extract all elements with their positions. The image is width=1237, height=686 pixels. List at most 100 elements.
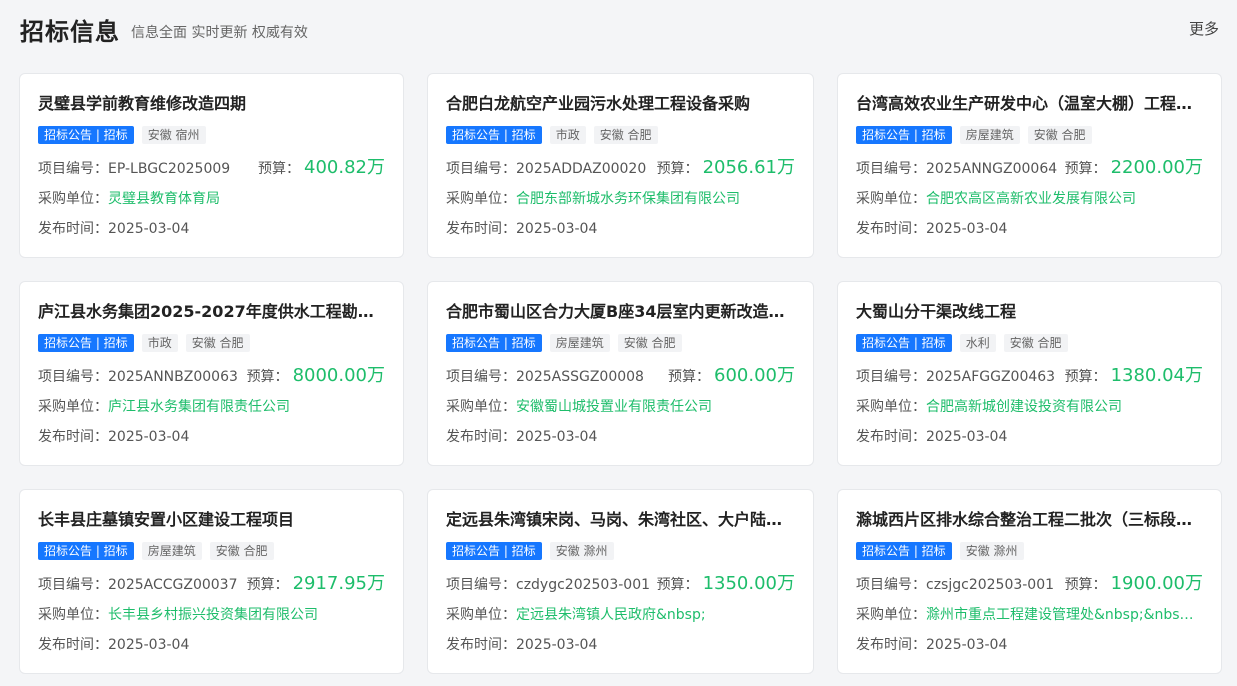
buyer-label: 采购单位： <box>856 607 926 623</box>
tender-card[interactable]: 大蜀山分干渠改线工程招标公告 | 招标 水利 安徽 合肥 项目编号： 2025AFGGZ… <box>837 281 1222 466</box>
project-no-label: 项目编号： <box>856 161 926 177</box>
tender-title[interactable]: 滁城西片区排水综合整治工程二批次（三标段）工程 <box>856 509 1203 531</box>
tag-badge: 市政 <box>549 126 586 144</box>
tag-badge: 安徽 合肥 <box>209 542 274 560</box>
project-no-label: 项目编号： <box>446 161 516 177</box>
tag-badge: 安徽 合肥 <box>1027 126 1092 144</box>
budget-amount: 2917.95万 <box>292 573 385 594</box>
tag-badge: 安徽 合肥 <box>593 126 658 144</box>
tender-title[interactable]: 合肥白龙航空产业园污水处理工程设备采购 <box>446 93 795 115</box>
project-no: czdygc202503-001 <box>516 577 651 593</box>
notice-type-badge: 招标公告 | 招标 <box>38 334 134 352</box>
tag-badge: 房屋建筑 <box>959 126 1020 144</box>
budget-amount: 1380.04万 <box>1110 365 1203 386</box>
buyer-row: 采购单位： 灵璧县教育体育局 <box>38 189 385 209</box>
tender-tags: 招标公告 | 招标 水利 安徽 合肥 <box>856 334 1203 352</box>
buyer-label: 采购单位： <box>856 191 926 207</box>
notice-type-badge: 招标公告 | 招标 <box>856 334 952 352</box>
buyer-link[interactable]: 长丰县乡村振兴投资集团有限公司 <box>108 605 318 625</box>
publish-date: 2025-03-04 <box>108 221 190 237</box>
buyer-label: 采购单位： <box>856 399 926 415</box>
tag-badge: 水利 <box>959 334 996 352</box>
tender-title[interactable]: 台湾高效农业生产研发中心（温室大棚）工程施工 <box>856 93 1203 115</box>
tag-badge: 房屋建筑 <box>141 542 202 560</box>
tender-tags: 招标公告 | 招标 房屋建筑 安徽 合肥 <box>856 126 1203 144</box>
tender-card[interactable]: 合肥市蜀山区合力大厦B座34层室内更新改造工程招标公告 | 招标 房屋建筑 安徽 合… <box>427 281 814 466</box>
publish-date: 2025-03-04 <box>516 221 598 237</box>
publish-date: 2025-03-04 <box>926 637 1008 653</box>
publish-date: 2025-03-04 <box>108 637 190 653</box>
buyer-label: 采购单位： <box>446 191 516 207</box>
notice-type-badge: 招标公告 | 招标 <box>38 126 134 144</box>
publish-date: 2025-03-04 <box>108 429 190 445</box>
publish-date: 2025-03-04 <box>516 429 598 445</box>
notice-type-badge: 招标公告 | 招标 <box>856 126 952 144</box>
publish-row: 发布时间： 2025-03-04 <box>38 219 385 239</box>
buyer-link[interactable]: 定远县朱湾镇人民政府&nbsp; <box>516 605 706 625</box>
tag-badge: 安徽 宿州 <box>141 126 206 144</box>
tag-badge: 市政 <box>141 334 178 352</box>
publish-label: 发布时间： <box>38 221 108 237</box>
tender-card[interactable]: 合肥白龙航空产业园污水处理工程设备采购招标公告 | 招标 市政 安徽 合肥 项目编号：… <box>427 73 814 258</box>
project-row: 项目编号： 2025AFGGZ00463 预算： 1380.04万 <box>856 366 1203 387</box>
tender-tags: 招标公告 | 招标 市政 安徽 合肥 <box>446 126 795 144</box>
publish-row: 发布时间： 2025-03-04 <box>446 219 795 239</box>
tender-card-grid: 灵璧县学前教育维修改造四期 招标公告 | 招标 安徽 宿州 项目编号： EP-LBGC2… <box>19 73 1222 674</box>
tender-title[interactable]: 定远县朱湾镇宋岗、马岗、朱湾社区、大户陆等村道路工程 <box>446 509 795 531</box>
project-row: 项目编号： czsjgc202503-001 预算： 1900.00万 <box>856 574 1203 595</box>
tender-title[interactable]: 大蜀山分干渠改线工程 <box>856 301 1203 323</box>
budget-label: 预算： <box>668 369 711 385</box>
tender-title[interactable]: 长丰县庄墓镇安置小区建设工程项目 <box>38 509 385 531</box>
tender-card[interactable]: 庐江县水务集团2025-2027年度供水工程勘察设计招标公告 | 招标 市政 安徽 … <box>19 281 404 466</box>
notice-type-badge: 招标公告 | 招标 <box>446 334 542 352</box>
budget: 预算： 8000.00万 <box>247 366 385 387</box>
project-row: 项目编号： 2025ANNBZ00063 预算： 8000.00万 <box>38 366 385 387</box>
tender-card[interactable]: 滁城西片区排水综合整治工程二批次（三标段）工程 招标公告 | 招标 安徽 滁州 项目编… <box>837 489 1222 674</box>
budget-label: 预算： <box>1064 369 1107 385</box>
tender-card[interactable]: 定远县朱湾镇宋岗、马岗、朱湾社区、大户陆等村道路工程招标公告 | 招标安徽 滁州… <box>427 489 814 674</box>
publish-row: 发布时间： 2025-03-04 <box>856 635 1203 655</box>
tender-tags: 招标公告 | 招标 市政 安徽 合肥 <box>38 334 385 352</box>
publish-label: 发布时间： <box>856 429 926 445</box>
budget-amount: 2056.61万 <box>702 157 795 178</box>
section-header: 招标信息 信息全面 实时更新 权威有效 更多 <box>0 0 1237 56</box>
buyer-link[interactable]: 合肥农高区高新农业发展有限公司 <box>926 189 1136 209</box>
more-link[interactable]: 更多 <box>1189 18 1219 39</box>
buyer-label: 采购单位： <box>38 191 108 207</box>
tender-title[interactable]: 合肥市蜀山区合力大厦B座34层室内更新改造工程 <box>446 301 795 323</box>
budget-label: 预算： <box>258 161 301 177</box>
tag-badge: 安徽 滁州 <box>549 542 614 560</box>
buyer-row: 采购单位： 安徽蜀山城投置业有限责任公司 <box>446 397 795 417</box>
tender-tags: 招标公告 | 招标 房屋建筑 安徽 合肥 <box>446 334 795 352</box>
publish-date: 2025-03-04 <box>516 637 598 653</box>
publish-row: 发布时间： 2025-03-04 <box>38 427 385 447</box>
publish-row: 发布时间： 2025-03-04 <box>38 635 385 655</box>
publish-date: 2025-03-04 <box>926 429 1008 445</box>
tender-card[interactable]: 台湾高效农业生产研发中心（温室大棚）工程施工招标公告 | 招标 房屋建筑 安徽 合肥… <box>837 73 1222 258</box>
buyer-row: 采购单位： 庐江县水务集团有限责任公司 <box>38 397 385 417</box>
budget: 预算： 2917.95万 <box>247 574 385 595</box>
buyer-link[interactable]: 庐江县水务集团有限责任公司 <box>108 397 290 417</box>
tender-title[interactable]: 庐江县水务集团2025-2027年度供水工程勘察设计 <box>38 301 385 323</box>
budget: 预算： 400.82万 <box>258 158 385 179</box>
publish-label: 发布时间： <box>856 221 926 237</box>
buyer-label: 采购单位： <box>446 607 516 623</box>
publish-date: 2025-03-04 <box>926 221 1008 237</box>
budget-label: 预算： <box>1064 577 1107 593</box>
tag-badge: 安徽 合肥 <box>617 334 682 352</box>
tender-card[interactable]: 长丰县庄墓镇安置小区建设工程项目 招标公告 | 招标 房屋建筑 安徽 合肥 项目编号： 2… <box>19 489 404 674</box>
tender-title[interactable]: 灵璧县学前教育维修改造四期 <box>38 93 385 115</box>
buyer-link[interactable]: 安徽蜀山城投置业有限责任公司 <box>516 397 712 417</box>
buyer-link[interactable]: 合肥东部新城水务环保集团有限公司 <box>516 189 740 209</box>
buyer-link[interactable]: 滁州市重点工程建设管理处&nbsp;&nbsp;&nbsp; <box>926 605 1196 625</box>
budget-label: 预算： <box>656 161 699 177</box>
page-title: 招标信息 <box>20 18 120 46</box>
project-row: 项目编号： 2025ADDAZ00020 预算： 2056.61万 <box>446 158 795 179</box>
project-no: EP-LBGC2025009 <box>108 161 231 177</box>
tender-card[interactable]: 灵璧县学前教育维修改造四期 招标公告 | 招标 安徽 宿州 项目编号： EP-LBGC2… <box>19 73 404 258</box>
tag-badge: 安徽 滁州 <box>959 542 1024 560</box>
buyer-link[interactable]: 合肥高新城创建设投资有限公司 <box>926 397 1122 417</box>
buyer-row: 采购单位： 合肥农高区高新农业发展有限公司 <box>856 189 1203 209</box>
buyer-label: 采购单位： <box>38 399 108 415</box>
buyer-link[interactable]: 灵璧县教育体育局 <box>108 189 220 209</box>
